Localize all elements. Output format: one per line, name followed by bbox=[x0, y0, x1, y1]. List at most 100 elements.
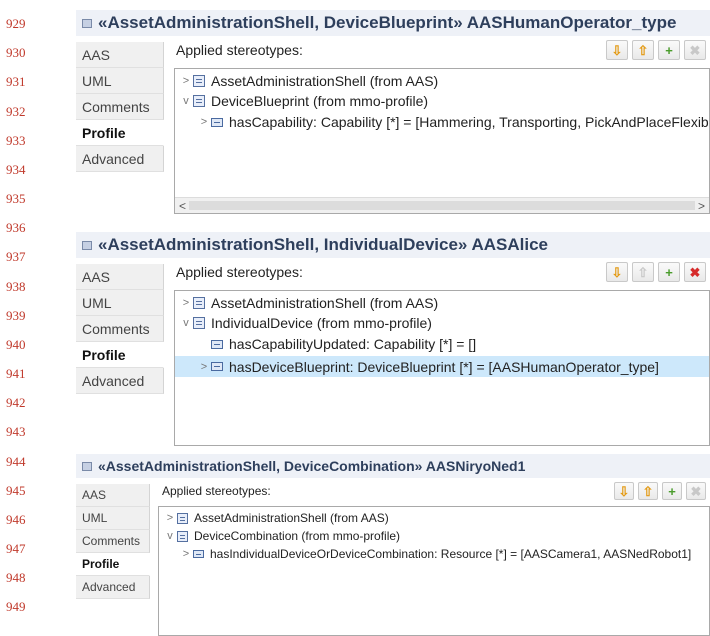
stereotype-toolbar: ⇩ ⇧ + ✖ bbox=[606, 262, 706, 282]
line-number: 941 bbox=[6, 366, 26, 381]
tree-row-label: AssetAdministrationShell (from AAS) bbox=[211, 295, 439, 311]
collapse-chevron-icon[interactable]: v bbox=[179, 95, 193, 107]
expand-chevron-icon[interactable]: > bbox=[179, 548, 193, 560]
panel-title: «AssetAdministrationShell, DeviceCombina… bbox=[98, 458, 526, 474]
tab-advanced[interactable]: Advanced bbox=[76, 368, 164, 394]
tree-row[interactable]: > hasCapability: Capability [*] = [Hamme… bbox=[197, 114, 709, 130]
scrollbar-thumb[interactable] bbox=[189, 201, 695, 210]
tab-comments[interactable]: Comments bbox=[76, 316, 164, 342]
line-number: 943 bbox=[6, 424, 26, 439]
tree-row[interactable]: > AssetAdministrationShell (from AAS) bbox=[179, 295, 709, 311]
tab-uml[interactable]: UML bbox=[76, 507, 150, 530]
tree-row-label: hasIndividualDeviceOrDeviceCombination: … bbox=[210, 547, 692, 561]
tree-row[interactable]: > AssetAdministrationShell (from AAS) bbox=[163, 511, 709, 525]
add-stereotype-button[interactable]: + bbox=[658, 40, 680, 60]
tab-profile[interactable]: Profile bbox=[76, 120, 164, 146]
tab-uml[interactable]: UML bbox=[76, 290, 164, 316]
tree-row-selected[interactable]: > hasDeviceBlueprint: DeviceBlueprint [*… bbox=[175, 356, 709, 377]
line-number: 935 bbox=[6, 191, 26, 206]
tree-row-label: hasCapability: Capability [*] = [Hammeri… bbox=[229, 114, 709, 130]
tab-list: AAS UML Comments Profile Advanced bbox=[76, 264, 164, 394]
horizontal-scrollbar[interactable]: < > bbox=[175, 197, 709, 213]
tab-aas[interactable]: AAS bbox=[76, 42, 164, 68]
move-up-button[interactable]: ⇧ bbox=[632, 262, 654, 282]
line-number: 939 bbox=[6, 308, 26, 323]
remove-stereotype-button[interactable]: ✖ bbox=[686, 482, 706, 500]
tree-row[interactable]: > hasIndividualDeviceOrDeviceCombination… bbox=[179, 547, 709, 561]
collapse-chevron-icon[interactable]: v bbox=[179, 317, 193, 329]
panel-title-bar: «AssetAdministrationShell, DeviceCombina… bbox=[76, 454, 710, 478]
line-number: 948 bbox=[6, 570, 26, 585]
tab-aas[interactable]: AAS bbox=[76, 264, 164, 290]
line-number: 929 bbox=[6, 16, 26, 31]
class-icon bbox=[82, 461, 92, 471]
tree-row-label: hasDeviceBlueprint: DeviceBlueprint [*] … bbox=[229, 358, 659, 375]
stereotype-tree: > AssetAdministrationShell (from AAS) v … bbox=[174, 290, 710, 446]
tab-comments[interactable]: Comments bbox=[76, 530, 150, 553]
remove-stereotype-button[interactable]: ✖ bbox=[684, 40, 706, 60]
tree-row[interactable]: v DeviceCombination (from mmo-profile) bbox=[163, 529, 709, 543]
panel-title-bar: «AssetAdministrationShell, IndividualDev… bbox=[76, 232, 710, 258]
expand-chevron-icon[interactable]: > bbox=[197, 116, 211, 128]
line-number: 932 bbox=[6, 104, 26, 119]
move-down-button[interactable]: ⇩ bbox=[606, 262, 628, 282]
scroll-left-icon[interactable]: < bbox=[179, 199, 186, 213]
line-number: 944 bbox=[6, 454, 26, 469]
tab-profile[interactable]: Profile bbox=[76, 342, 164, 368]
properties-panel-aasalice: «AssetAdministrationShell, IndividualDev… bbox=[76, 232, 710, 446]
property-icon bbox=[211, 117, 223, 127]
profile-content: Applied stereotypes: ⇩ ⇧ + ✖ > AssetAdmi… bbox=[166, 258, 710, 446]
move-up-button[interactable]: ⇧ bbox=[632, 40, 654, 60]
tab-aas[interactable]: AAS bbox=[76, 484, 150, 507]
stereotype-toolbar: ⇩ ⇧ + ✖ bbox=[614, 482, 706, 500]
stereotype-tree: > AssetAdministrationShell (from AAS) v … bbox=[158, 506, 710, 636]
line-number: 937 bbox=[6, 249, 26, 264]
scroll-right-icon[interactable]: > bbox=[698, 199, 705, 213]
stereotype-icon bbox=[177, 512, 188, 524]
tab-uml[interactable]: UML bbox=[76, 68, 164, 94]
add-stereotype-button[interactable]: + bbox=[662, 482, 682, 500]
stereotype-icon bbox=[193, 75, 205, 87]
tree-row-label: hasCapabilityUpdated: Capability [*] = [… bbox=[229, 336, 477, 352]
expand-chevron-icon[interactable]: > bbox=[179, 75, 193, 87]
expand-chevron-icon[interactable]: > bbox=[197, 361, 211, 373]
line-number: 934 bbox=[6, 162, 26, 177]
line-number: 946 bbox=[6, 512, 26, 527]
line-number: 940 bbox=[6, 337, 26, 352]
tree-row-label: DeviceBlueprint (from mmo-profile) bbox=[211, 93, 429, 109]
line-number: 949 bbox=[6, 599, 26, 614]
tab-advanced[interactable]: Advanced bbox=[76, 146, 164, 172]
tree-row-label: DeviceCombination (from mmo-profile) bbox=[194, 529, 401, 543]
properties-panel-aasniryoned1: «AssetAdministrationShell, DeviceCombina… bbox=[76, 454, 710, 636]
collapse-chevron-icon[interactable]: v bbox=[163, 530, 177, 542]
tree-row[interactable]: v IndividualDevice (from mmo-profile) bbox=[179, 315, 709, 331]
remove-stereotype-button[interactable]: ✖ bbox=[684, 262, 706, 282]
expand-chevron-icon[interactable]: > bbox=[179, 297, 193, 309]
stereotype-toolbar: ⇩ ⇧ + ✖ bbox=[606, 40, 706, 60]
tab-advanced[interactable]: Advanced bbox=[76, 576, 150, 599]
line-number: 936 bbox=[6, 220, 26, 235]
stereotype-icon bbox=[193, 297, 205, 309]
tree-row-label: IndividualDevice (from mmo-profile) bbox=[211, 315, 432, 331]
line-number: 942 bbox=[6, 395, 26, 410]
class-icon bbox=[82, 18, 92, 28]
profile-content: Applied stereotypes: ⇩ ⇧ + ✖ > AssetAdmi… bbox=[166, 36, 710, 220]
tree-row[interactable]: v DeviceBlueprint (from mmo-profile) bbox=[179, 93, 709, 109]
applied-stereotypes-label: Applied stereotypes: bbox=[176, 264, 303, 280]
move-down-button[interactable]: ⇩ bbox=[606, 40, 628, 60]
tab-comments[interactable]: Comments bbox=[76, 94, 164, 120]
move-down-button[interactable]: ⇩ bbox=[614, 482, 634, 500]
tree-row-label: AssetAdministrationShell (from AAS) bbox=[211, 73, 439, 89]
line-number: 933 bbox=[6, 133, 26, 148]
move-up-button[interactable]: ⇧ bbox=[638, 482, 658, 500]
property-icon bbox=[193, 550, 204, 558]
expand-chevron-icon[interactable]: > bbox=[163, 512, 177, 524]
tree-row[interactable]: hasCapabilityUpdated: Capability [*] = [… bbox=[197, 336, 709, 352]
tab-list: AAS UML Comments Profile Advanced bbox=[76, 484, 150, 599]
tree-row[interactable]: > AssetAdministrationShell (from AAS) bbox=[179, 73, 709, 89]
line-number: 938 bbox=[6, 279, 26, 294]
tab-profile[interactable]: Profile bbox=[76, 553, 150, 576]
stereotype-icon bbox=[177, 530, 188, 542]
line-number: 945 bbox=[6, 483, 26, 498]
add-stereotype-button[interactable]: + bbox=[658, 262, 680, 282]
